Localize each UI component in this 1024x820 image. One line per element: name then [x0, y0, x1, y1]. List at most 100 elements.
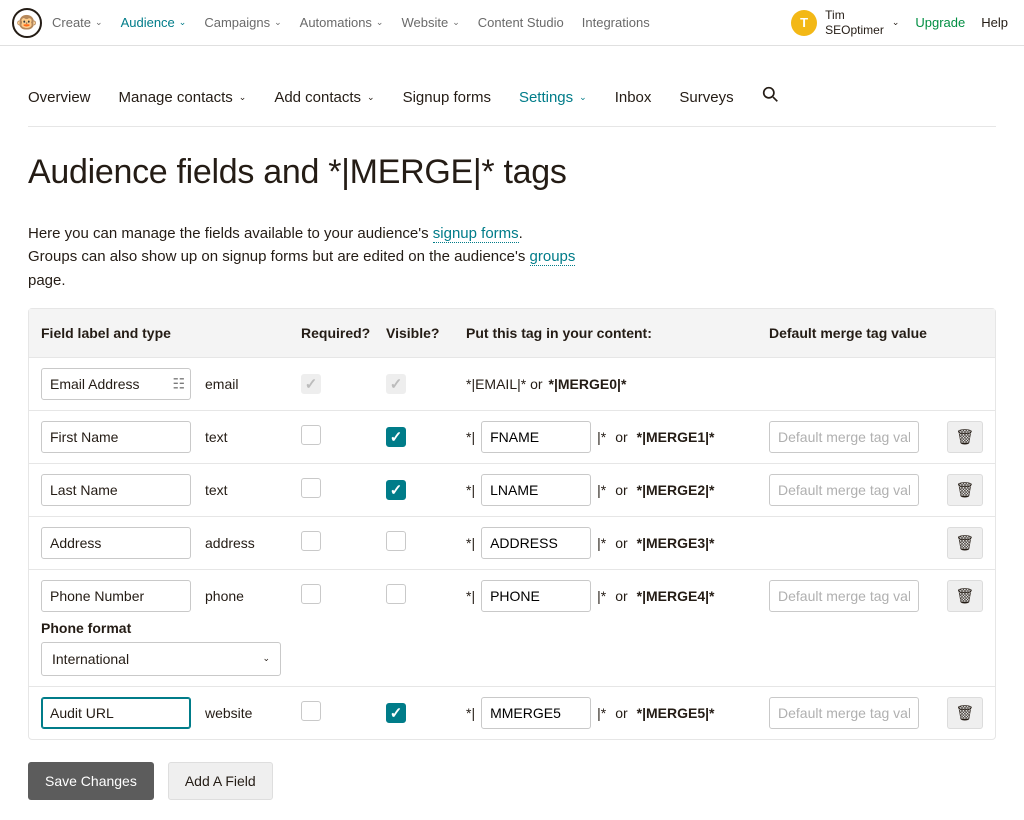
save-button[interactable]: Save Changes [28, 762, 154, 800]
nav-integrations[interactable]: Integrations [582, 15, 650, 30]
chevron-down-icon: ⌄ [579, 92, 587, 103]
chevron-down-icon: ⌄ [239, 92, 247, 103]
field-label-input[interactable] [41, 580, 191, 612]
tab-surveys-label: Surveys [679, 89, 733, 106]
visible-checkbox[interactable]: ✓ [386, 480, 406, 500]
nav-audience-label: Audience [121, 15, 175, 30]
upgrade-link[interactable]: Upgrade [915, 15, 965, 30]
page-description: Here you can manage the fields available… [28, 222, 996, 292]
tab-add-contacts[interactable]: Add contacts⌄ [274, 89, 374, 106]
tag-or: or [615, 705, 627, 721]
th-label: Field label and type [41, 325, 301, 341]
tab-settings[interactable]: Settings⌄ [519, 89, 587, 106]
desc-text-3: page. [28, 269, 996, 292]
field-label-input[interactable] [41, 368, 191, 400]
required-checkbox[interactable] [301, 701, 321, 721]
nav-audience[interactable]: Audience⌄ [121, 15, 187, 30]
default-value-input[interactable] [769, 697, 919, 729]
user-name: Tim [825, 8, 884, 22]
chevron-down-icon: ⌄ [367, 92, 375, 103]
merge-tag-alt: *|MERGE1|* [637, 429, 715, 445]
user-menu[interactable]: T Tim SEOptimer ⌄ [791, 8, 899, 37]
field-label-input[interactable] [41, 474, 191, 506]
nav-campaigns-label: Campaigns [204, 15, 270, 30]
delete-button[interactable]: 🗑 [947, 421, 983, 453]
add-field-button[interactable]: Add A Field [168, 762, 273, 800]
tag-suffix: |* [597, 429, 606, 445]
delete-button[interactable]: 🗑 [947, 697, 983, 729]
signup-forms-link[interactable]: signup forms [433, 225, 519, 243]
help-link[interactable]: Help [981, 15, 1008, 30]
field-label-input[interactable] [41, 527, 191, 559]
table-header: Field label and type Required? Visible? … [29, 309, 995, 357]
tab-surveys[interactable]: Surveys [679, 89, 733, 106]
merge-tag-alt: *|MERGE3|* [637, 535, 715, 551]
table-row: website ✓ *| |* or *|MERGE5|* 🗑 [29, 686, 995, 739]
tab-signup-forms[interactable]: Signup forms [403, 89, 491, 106]
nav-campaigns[interactable]: Campaigns⌄ [204, 15, 281, 30]
delete-button[interactable]: 🗑 [947, 527, 983, 559]
visible-checkbox[interactable] [386, 584, 406, 604]
logo[interactable]: 🐵 [12, 8, 42, 38]
table-row: phone *| |* or *|MERGE4|* 🗑 Phone format… [29, 569, 995, 686]
top-nav: 🐵 Create⌄ Audience⌄ Campaigns⌄ Automatio… [0, 0, 1024, 46]
delete-button[interactable]: 🗑 [947, 474, 983, 506]
merge-tag-input[interactable] [481, 527, 591, 559]
th-required: Required? [301, 325, 386, 341]
nav-integrations-label: Integrations [582, 15, 650, 30]
nav-website[interactable]: Website⌄ [401, 15, 459, 30]
tag-prefix: *| [466, 482, 475, 498]
required-checkbox[interactable] [301, 425, 321, 445]
default-value-input[interactable] [769, 580, 919, 612]
tag-suffix: |* [597, 588, 606, 604]
visible-checkbox[interactable]: ✓ [386, 703, 406, 723]
nav-create-label: Create [52, 15, 91, 30]
phone-format-select[interactable]: International ⌄ [41, 642, 281, 676]
trash-icon: 🗑 [955, 704, 974, 722]
check-icon: ✓ [390, 375, 403, 393]
search-icon[interactable] [762, 86, 779, 108]
required-checkbox: ✓ [301, 374, 321, 394]
visible-checkbox[interactable] [386, 531, 406, 551]
required-checkbox[interactable] [301, 584, 321, 604]
tab-overview-label: Overview [28, 89, 91, 106]
merge-tag-input[interactable] [481, 421, 591, 453]
nav-website-label: Website [401, 15, 448, 30]
required-checkbox[interactable] [301, 478, 321, 498]
default-value-input[interactable] [769, 474, 919, 506]
delete-button[interactable]: 🗑 [947, 580, 983, 612]
tag-suffix: |* [597, 705, 606, 721]
fields-table: Field label and type Required? Visible? … [28, 308, 996, 740]
check-icon: ✓ [305, 375, 318, 393]
nav-automations[interactable]: Automations⌄ [300, 15, 384, 30]
topnav-right: T Tim SEOptimer ⌄ Upgrade Help [791, 8, 1016, 37]
desc-text-1: Here you can manage the fields available… [28, 225, 433, 242]
tab-inbox[interactable]: Inbox [615, 89, 652, 106]
tab-manage-label: Manage contacts [119, 89, 233, 106]
field-label-input[interactable] [41, 697, 191, 729]
visible-checkbox[interactable]: ✓ [386, 427, 406, 447]
tag-or: or [615, 535, 627, 551]
tab-manage-contacts[interactable]: Manage contacts ⌄ [119, 89, 247, 106]
required-checkbox[interactable] [301, 531, 321, 551]
desc-text-2: Groups can also show up on signup forms … [28, 248, 530, 265]
merge-tag-input[interactable] [481, 697, 591, 729]
field-label-input[interactable] [41, 421, 191, 453]
tab-overview[interactable]: Overview [28, 89, 91, 106]
nav-content-studio[interactable]: Content Studio [478, 15, 564, 30]
field-type: email [205, 376, 238, 392]
check-icon: ✓ [390, 704, 403, 722]
nav-create[interactable]: Create⌄ [52, 15, 103, 30]
user-org: SEOptimer [825, 23, 884, 37]
field-type: text [205, 429, 228, 445]
monkey-icon: 🐵 [16, 13, 37, 33]
merge-tag-input[interactable] [481, 474, 591, 506]
sub-tabs: Overview Manage contacts⌄ Add contacts⌄ … [28, 86, 996, 127]
default-value-input[interactable] [769, 421, 919, 453]
tag-or: or [615, 588, 627, 604]
field-type: phone [205, 588, 244, 604]
merge-tag-alt: *|MERGE0|* [549, 376, 627, 392]
merge-tag-input[interactable] [481, 580, 591, 612]
groups-link[interactable]: groups [530, 248, 576, 266]
field-type: address [205, 535, 255, 551]
